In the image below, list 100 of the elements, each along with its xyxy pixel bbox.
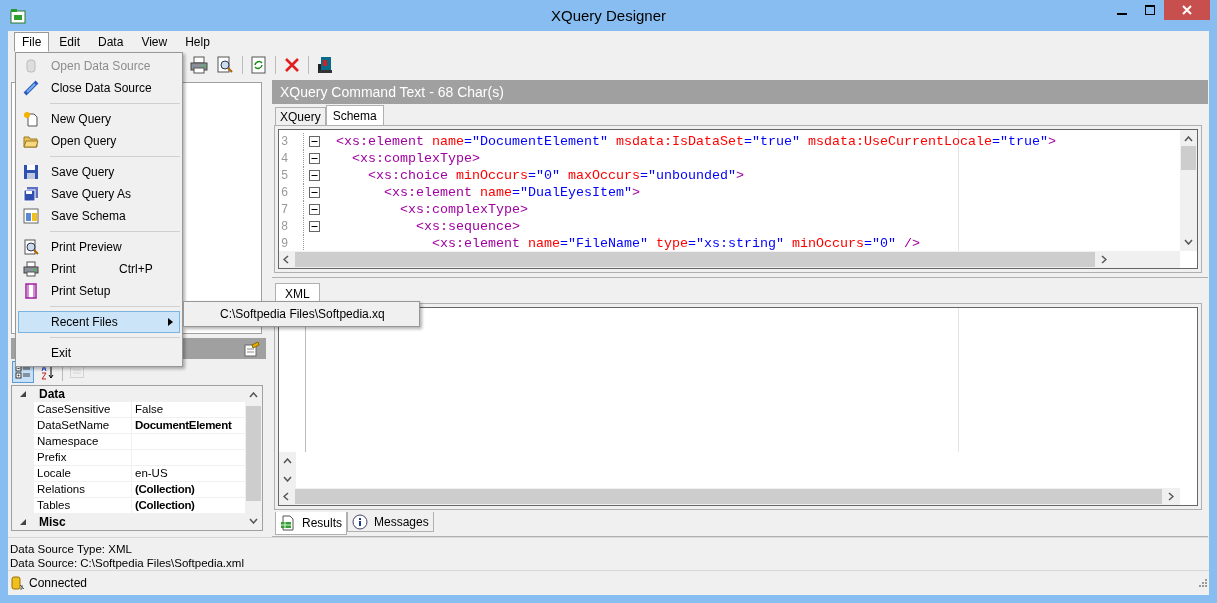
menu-item[interactable]: Data <box>90 31 132 52</box>
menu-item[interactable]: Edit <box>51 31 89 52</box>
scroll-right-icon[interactable] <box>1101 255 1107 264</box>
collapse-icon[interactable] <box>308 136 320 147</box>
menu-item[interactable]: Print Ctrl+P <box>18 258 180 280</box>
schema-icon <box>23 208 39 224</box>
printer-icon[interactable] <box>190 56 208 74</box>
vertical-scrollbar[interactable] <box>279 452 296 488</box>
property-value[interactable]: DocumentElement <box>132 418 245 434</box>
status-text: Connected <box>29 576 88 590</box>
scroll-thumb[interactable] <box>1181 146 1196 170</box>
scrollbar-corner <box>1180 251 1197 268</box>
scroll-up-icon[interactable] <box>1184 136 1193 142</box>
floppy-disks-icon <box>23 186 39 202</box>
category-label: Data <box>39 387 65 401</box>
collapse-icon[interactable] <box>308 153 320 164</box>
menu-item[interactable]: New Query <box>18 108 180 130</box>
menu-item[interactable]: Recent Files <box>18 311 180 333</box>
category-label: Misc <box>39 515 66 529</box>
scroll-up-icon[interactable] <box>249 392 258 398</box>
collapse-icon[interactable] <box>308 170 320 181</box>
scroll-left-icon[interactable] <box>283 255 289 264</box>
menu-item[interactable]: Save Query As <box>18 183 180 205</box>
collapse-icon[interactable] <box>308 221 320 232</box>
scroll-thumb[interactable] <box>295 252 1095 267</box>
tab[interactable]: Schema <box>325 105 384 125</box>
tab[interactable]: Results <box>275 512 347 535</box>
close-icon <box>1182 5 1192 15</box>
property-name: Prefix <box>34 450 132 466</box>
resize-grip-icon[interactable] <box>1196 577 1207 589</box>
line-number: 6 <box>280 185 290 200</box>
horizontal-scrollbar[interactable] <box>279 488 1197 505</box>
scroll-down-icon[interactable] <box>1184 239 1193 245</box>
tab[interactable]: Messages <box>347 512 434 532</box>
code-line: <xs:choice minOccurs="0" maxOccurs="unbounded"> <box>367 168 744 183</box>
scroll-down-icon[interactable] <box>249 518 258 524</box>
line-number: 5 <box>280 168 290 183</box>
code-line: <xs:element name="FileName" type="xs:string" minOccurs="0" /> <box>430 236 920 251</box>
property-pages-icon <box>69 364 85 380</box>
menu-item[interactable]: File <box>14 31 50 52</box>
collapse-icon[interactable] <box>308 204 320 215</box>
scroll-down-icon[interactable] <box>283 476 292 482</box>
tab[interactable]: XQuery <box>275 107 326 125</box>
print-preview-icon <box>23 239 39 255</box>
collapse-arrow-icon[interactable] <box>19 518 27 526</box>
cylinder-icon <box>26 59 36 73</box>
close-button[interactable] <box>1164 0 1210 20</box>
scroll-right-icon[interactable] <box>1168 492 1174 501</box>
line-number: 4 <box>280 151 290 166</box>
menu-item[interactable]: Save Schema <box>18 205 180 227</box>
vertical-scrollbar[interactable] <box>245 386 262 530</box>
horizontal-scrollbar[interactable] <box>279 251 1197 268</box>
scroll-up-icon[interactable] <box>283 458 292 464</box>
property-value[interactable]: False <box>132 402 245 418</box>
property-pages-icon[interactable] <box>244 340 260 357</box>
printer-icon <box>23 261 39 277</box>
window-title: XQuery Designer <box>549 7 668 24</box>
scrollbar-corner <box>1180 488 1197 505</box>
minimize-icon <box>1117 12 1127 15</box>
delete-icon[interactable] <box>284 57 300 73</box>
property-name: Relations <box>34 482 132 498</box>
property-value[interactable]: en-US <box>132 466 245 482</box>
collapse-icon[interactable] <box>308 187 320 198</box>
menu-item[interactable]: Help <box>177 31 218 52</box>
property-name: DataSetName <box>34 418 132 434</box>
info-text: Data Source Type: XML <box>10 542 133 556</box>
code-line: <xs:complexType> <box>399 202 528 217</box>
property-name: Namespace <box>34 434 132 450</box>
menu-item[interactable]: C:\Softpedia Files\Softpedia.xq <box>186 304 417 324</box>
code-line: <xs:element name="DualEyesItem"> <box>383 185 640 200</box>
scroll-left-icon[interactable] <box>283 492 289 501</box>
property-name: Locale <box>34 466 132 482</box>
menu-item[interactable]: View <box>133 31 176 52</box>
scroll-thumb[interactable] <box>246 406 261 501</box>
scroll-thumb[interactable] <box>295 489 1162 504</box>
property-value[interactable]: (Collection) <box>132 482 245 498</box>
menu-item[interactable]: Open Query <box>18 130 180 152</box>
info-icon <box>352 513 368 530</box>
code-line: <xs:complexType> <box>351 151 480 166</box>
menu-item[interactable]: Save Query <box>18 161 180 183</box>
menu-item[interactable]: Print Setup <box>18 280 180 302</box>
grid-document-icon <box>280 515 296 531</box>
tab[interactable]: XML <box>275 283 320 303</box>
menu-item[interactable]: Exit <box>18 342 180 364</box>
sort-az-icon <box>40 364 56 380</box>
refresh-icon[interactable] <box>251 56 267 74</box>
property-value[interactable]: (Collection) <box>132 498 245 514</box>
print-preview-icon[interactable] <box>216 56 234 74</box>
menu-item[interactable]: Print Preview <box>18 236 180 258</box>
property-name: Tables <box>34 498 132 514</box>
page-setup-icon <box>23 283 39 299</box>
menu-item[interactable]: Close Data Source <box>18 77 180 99</box>
code-line: <xs:sequence> <box>414 219 520 234</box>
code-line: <xs:element name="DocumentElement" msdata:IsDataSet="true" msdata:UseCurrentLocale="true"> <box>335 134 1056 149</box>
maximize-icon <box>1145 5 1155 15</box>
categorized-icon <box>15 364 31 380</box>
vertical-scrollbar[interactable] <box>1180 130 1197 251</box>
collapse-arrow-icon[interactable] <box>19 390 27 398</box>
panel-header: XQuery Command Text - 68 Char(s) <box>272 80 1208 104</box>
code-editor[interactable] <box>278 129 1198 269</box>
